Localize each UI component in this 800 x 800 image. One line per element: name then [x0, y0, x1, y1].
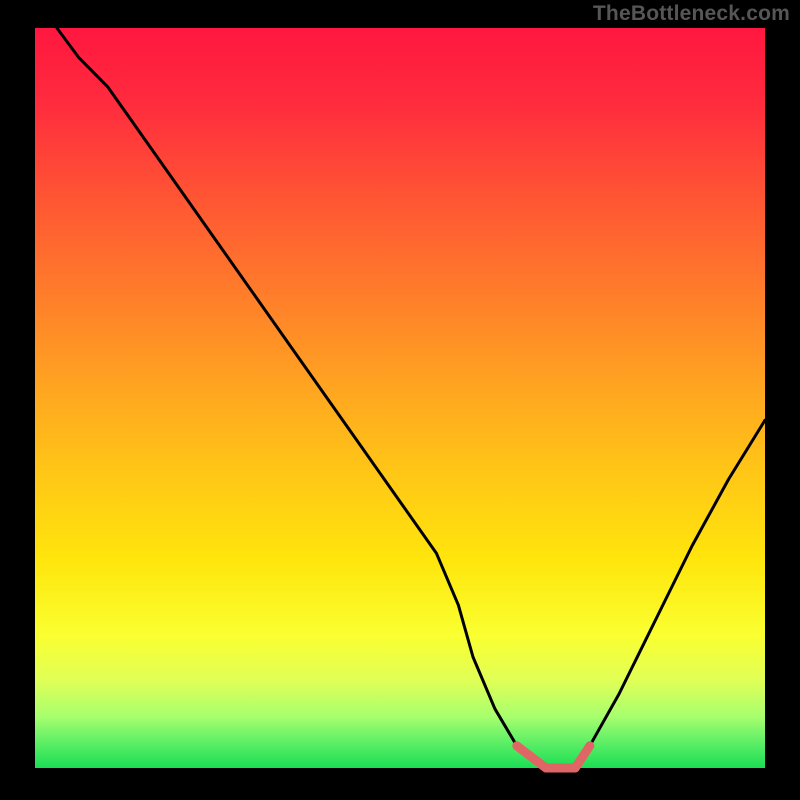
chart-frame: TheBottleneck.com [0, 0, 800, 800]
watermark-text: TheBottleneck.com [593, 2, 790, 26]
bottleneck-chart [0, 0, 800, 800]
